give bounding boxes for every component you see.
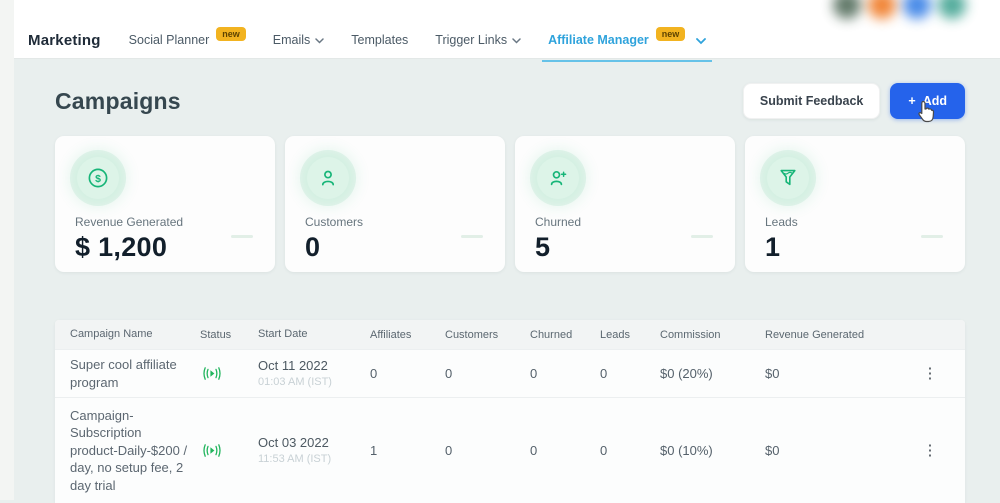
- stat-card-revenue: $ Revenue Generated $ 1,200: [55, 136, 275, 272]
- chevron-down-icon[interactable]: [696, 38, 706, 45]
- tab-emails[interactable]: Emails: [273, 33, 325, 47]
- broadcast-live-icon: [200, 443, 224, 458]
- campaign-name: Super cool affiliate program: [55, 356, 200, 391]
- add-button-label: Add: [923, 94, 947, 108]
- affiliates-count: 1: [370, 443, 445, 458]
- stat-value: 1: [765, 232, 945, 263]
- tab-label: Trigger Links: [435, 33, 507, 47]
- dollar-circle-icon: $: [77, 157, 119, 199]
- leads-count: 0: [600, 443, 660, 458]
- campaigns-table: Campaign Name Status Start Date Affiliat…: [55, 320, 965, 503]
- stat-card-customers: Customers 0: [285, 136, 505, 272]
- tab-label: Social Planner: [129, 33, 210, 47]
- stat-card-leads: Leads 1: [745, 136, 965, 272]
- revenue-value: $0: [765, 366, 910, 381]
- table-row[interactable]: Super cool affiliate program Oct 11 2022…: [55, 349, 965, 397]
- stat-label: Leads: [765, 215, 945, 229]
- chevron-down-icon: [315, 38, 324, 44]
- sparkline-placeholder: [921, 235, 943, 238]
- customers-count: 0: [445, 443, 530, 458]
- start-date: Oct 11 2022: [258, 358, 370, 375]
- nav-brand-marketing: Marketing: [28, 32, 101, 49]
- blurred-app-icons: [833, 0, 966, 19]
- sparkline-placeholder: [461, 235, 483, 238]
- campaign-name: Campaign-Subscription product-Daily-$200…: [55, 407, 200, 495]
- user-plus-icon: [537, 157, 579, 199]
- commission-value: $0 (20%): [660, 366, 765, 381]
- affiliates-count: 0: [370, 366, 445, 381]
- commission-value: $0 (10%): [660, 443, 765, 458]
- campaigns-page: Campaigns Submit Feedback + Add $ Revenu…: [14, 59, 1000, 500]
- page-title: Campaigns: [55, 88, 181, 115]
- broadcast-live-icon: [200, 366, 224, 381]
- customers-count: 0: [445, 366, 530, 381]
- column-header-leads: Leads: [600, 329, 660, 341]
- tab-label: Emails: [273, 33, 311, 47]
- submit-feedback-button[interactable]: Submit Feedback: [743, 83, 881, 119]
- tab-templates[interactable]: Templates: [351, 33, 408, 47]
- stat-label: Customers: [305, 215, 485, 229]
- tab-label: Templates: [351, 33, 408, 47]
- column-header-start-date: Start Date: [258, 327, 370, 341]
- sparkline-placeholder: [231, 235, 253, 238]
- blurred-icon: [868, 0, 896, 19]
- blurred-icon: [938, 0, 966, 19]
- leads-count: 0: [600, 366, 660, 381]
- tab-affiliate-manager[interactable]: Affiliate Manager new: [548, 33, 706, 47]
- stat-value: $ 1,200: [75, 232, 255, 263]
- table-row[interactable]: Campaign-Subscription product-Daily-$200…: [55, 397, 965, 503]
- sparkline-placeholder: [691, 235, 713, 238]
- stat-label: Revenue Generated: [75, 215, 255, 229]
- window-edge-strip: [0, 0, 14, 500]
- stat-label: Churned: [535, 215, 715, 229]
- tab-trigger-links[interactable]: Trigger Links: [435, 33, 521, 47]
- start-time: 01:03 AM (IST): [258, 375, 370, 389]
- column-header-revenue-generated: Revenue Generated: [765, 329, 910, 341]
- plus-icon: +: [908, 94, 915, 108]
- column-header-commission: Commission: [660, 329, 765, 341]
- column-header-customers: Customers: [445, 329, 530, 341]
- tab-social-planner[interactable]: Social Planner new: [129, 33, 246, 47]
- blurred-icon: [833, 0, 861, 19]
- chevron-down-icon: [512, 38, 521, 44]
- column-header-churned: Churned: [530, 329, 600, 341]
- nav-tabs: Social Planner new Emails Templates Trig…: [129, 33, 707, 47]
- stat-value: 0: [305, 232, 485, 263]
- start-time: 11:53 AM (IST): [258, 452, 370, 466]
- churned-count: 0: [530, 443, 600, 458]
- new-badge: new: [216, 27, 246, 41]
- churned-count: 0: [530, 366, 600, 381]
- stats-row: $ Revenue Generated $ 1,200 Customers 0: [55, 136, 965, 272]
- tab-label: Affiliate Manager: [548, 33, 649, 47]
- stat-card-churned: Churned 5: [515, 136, 735, 272]
- row-actions-kebab-icon[interactable]: ⋮: [923, 365, 938, 382]
- new-badge: new: [656, 27, 686, 41]
- column-header-status: Status: [200, 329, 258, 341]
- blurred-icon: [903, 0, 931, 19]
- column-header-campaign-name: Campaign Name: [55, 327, 200, 342]
- column-header-affiliates: Affiliates: [370, 329, 445, 341]
- top-navigation-bar: Marketing Social Planner new Emails Temp…: [14, 0, 1000, 59]
- user-icon: [307, 157, 349, 199]
- svg-text:$: $: [95, 173, 101, 185]
- stat-value: 5: [535, 232, 715, 263]
- add-campaign-button[interactable]: + Add: [890, 83, 965, 119]
- row-actions-kebab-icon[interactable]: ⋮: [923, 442, 938, 459]
- revenue-value: $0: [765, 443, 910, 458]
- funnel-icon: [767, 157, 809, 199]
- start-date: Oct 03 2022: [258, 435, 370, 452]
- table-header-row: Campaign Name Status Start Date Affiliat…: [55, 320, 965, 349]
